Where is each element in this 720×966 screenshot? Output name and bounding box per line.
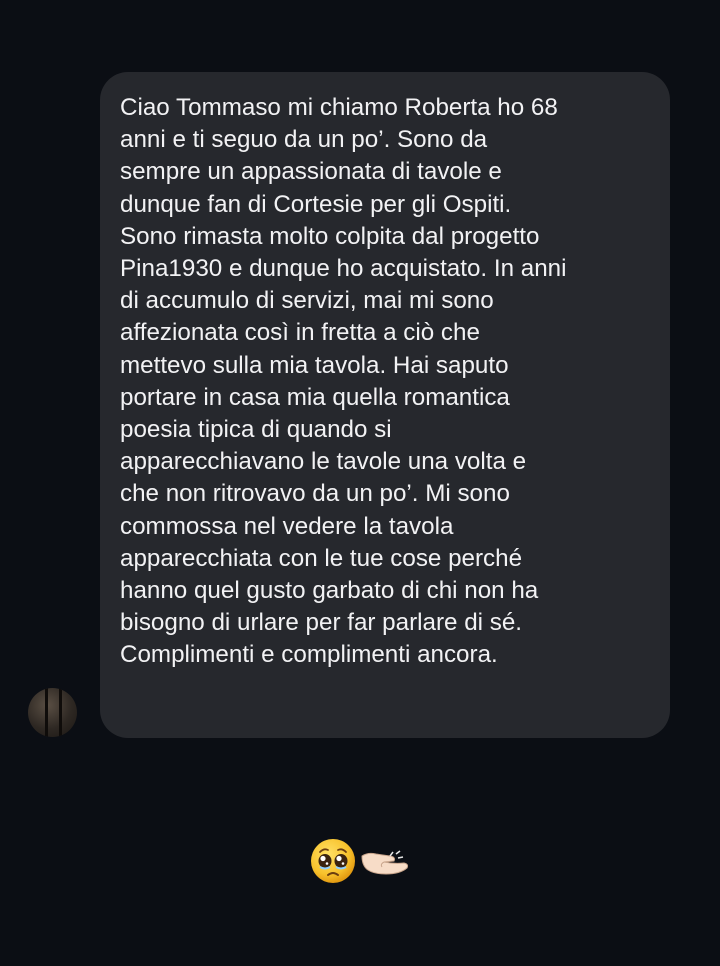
reaction-message[interactable]	[310, 838, 410, 884]
message-bubble[interactable]: Ciao Tommaso mi chiamo Roberta ho 68 ann…	[100, 72, 670, 738]
pinching-hand-icon	[361, 850, 409, 875]
sender-avatar[interactable]	[28, 688, 77, 737]
avatar-detail	[45, 688, 48, 737]
message-text: Ciao Tommaso mi chiamo Roberta ho 68 ann…	[120, 94, 567, 669]
avatar-detail	[59, 688, 62, 737]
chat-screen: Ciao Tommaso mi chiamo Roberta ho 68 ann…	[0, 0, 720, 966]
incoming-message-row: Ciao Tommaso mi chiamo Roberta ho 68 ann…	[0, 0, 720, 760]
pleading-face-icon	[311, 839, 355, 883]
